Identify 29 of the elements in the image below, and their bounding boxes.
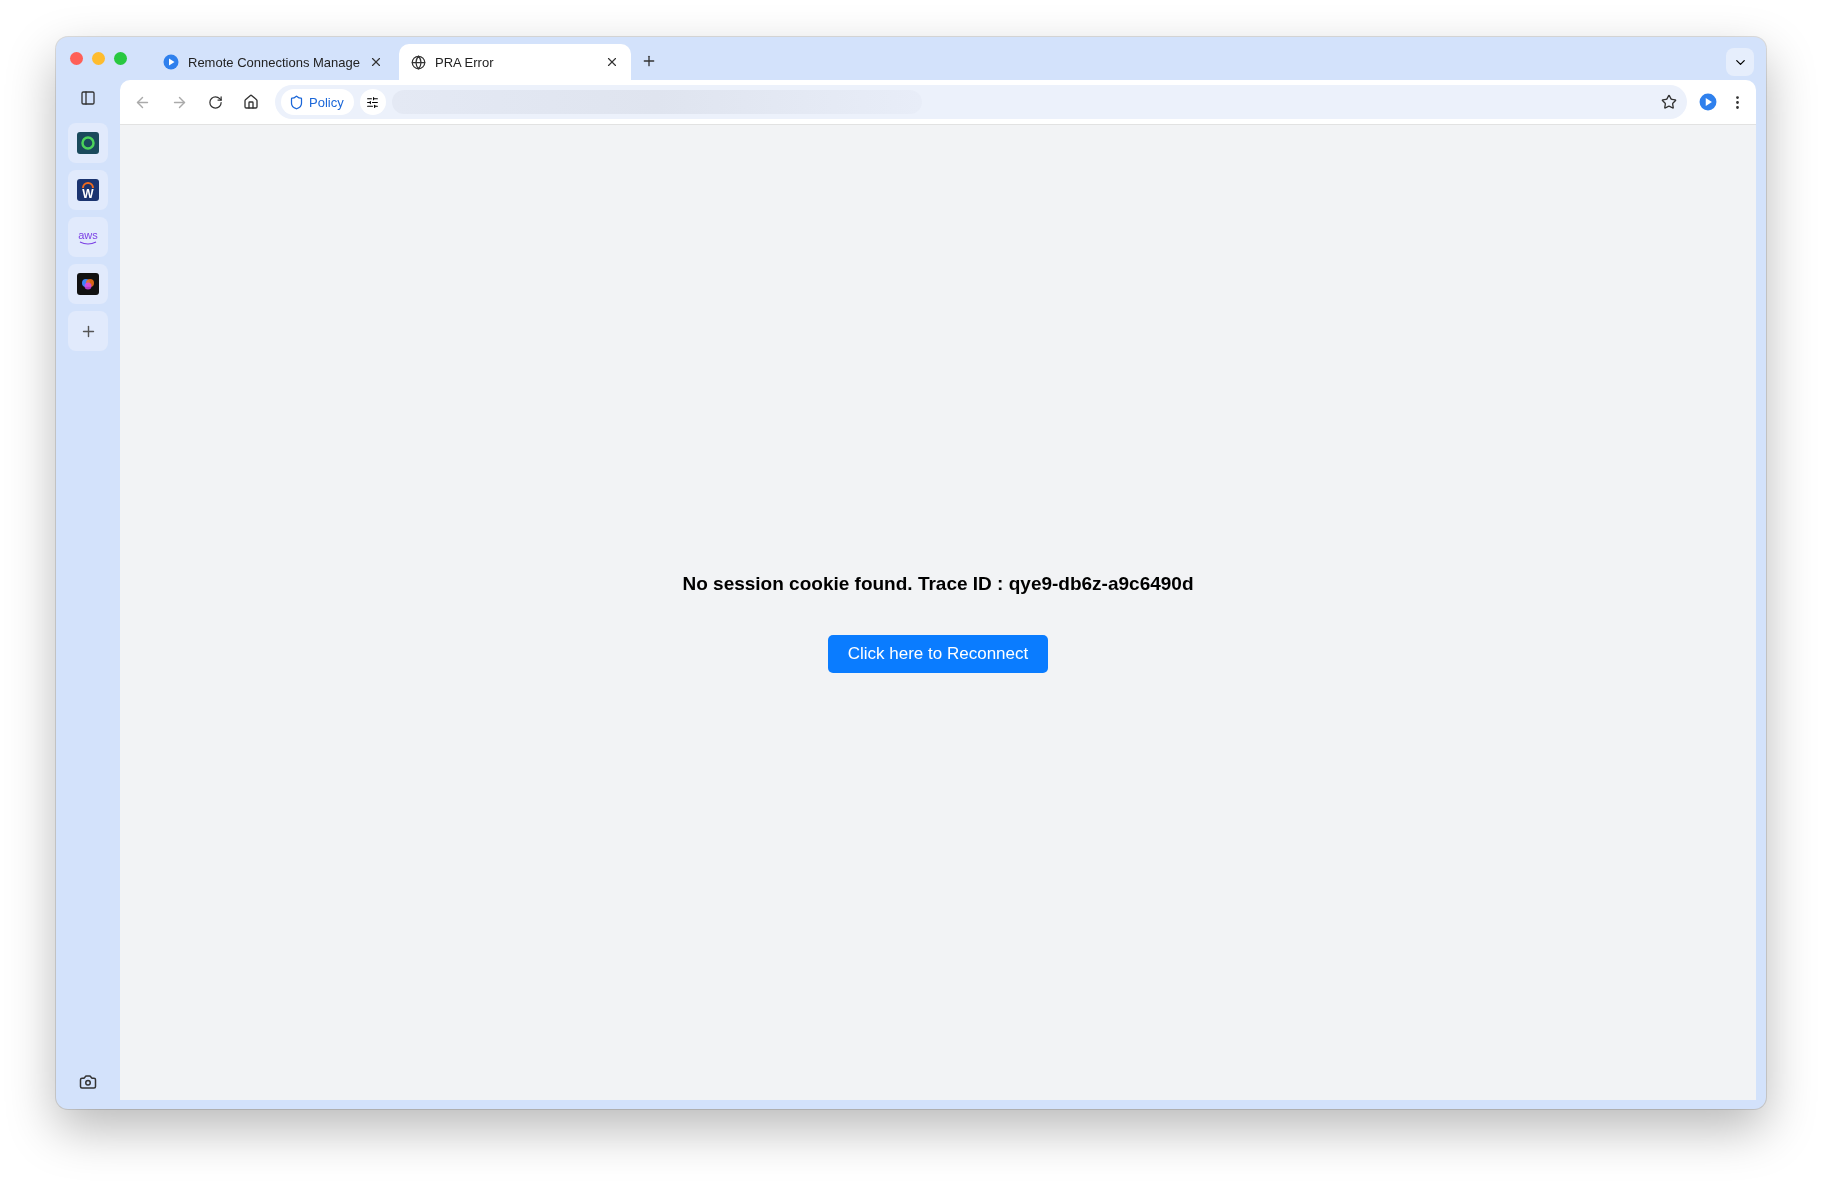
camera-icon[interactable] (79, 1073, 97, 1091)
address-bar[interactable]: Policy (275, 85, 1687, 119)
close-icon[interactable] (605, 55, 619, 69)
browser-tab[interactable]: PRA Error (399, 44, 631, 80)
app-icon[interactable]: W (77, 179, 99, 201)
star-icon[interactable] (1661, 94, 1677, 110)
site-settings-button[interactable] (359, 89, 386, 115)
app-tile[interactable] (68, 264, 108, 304)
tab-title: PRA Error (435, 54, 495, 70)
policy-chip[interactable]: Policy (281, 89, 354, 115)
app-tile[interactable]: aws (68, 217, 108, 257)
app-icon[interactable] (77, 273, 99, 295)
error-message: No session cookie found. Trace ID : qye9-db6z-a9c6490d (682, 572, 1194, 595)
play-logo-icon[interactable] (1699, 93, 1717, 111)
shield-icon (289, 94, 304, 110)
close-icon[interactable] (369, 55, 383, 69)
sliders-icon (366, 95, 380, 109)
reconnect-button[interactable]: Click here to Reconnect (827, 634, 1049, 673)
app-logo[interactable]: aws (78, 229, 98, 245)
app-icon[interactable] (77, 132, 99, 154)
browser-tab[interactable]: Remote Connections Manage (151, 44, 395, 80)
app-tile[interactable] (68, 123, 108, 163)
tab-title: Remote Connections Manage (188, 54, 360, 70)
app-tile[interactable]: W (68, 170, 108, 210)
sidebar-toggle-icon[interactable] (80, 90, 96, 106)
home-icon (243, 94, 259, 110)
reload-icon (208, 94, 223, 110)
play-logo-icon (163, 54, 179, 70)
globe-icon (411, 54, 426, 70)
